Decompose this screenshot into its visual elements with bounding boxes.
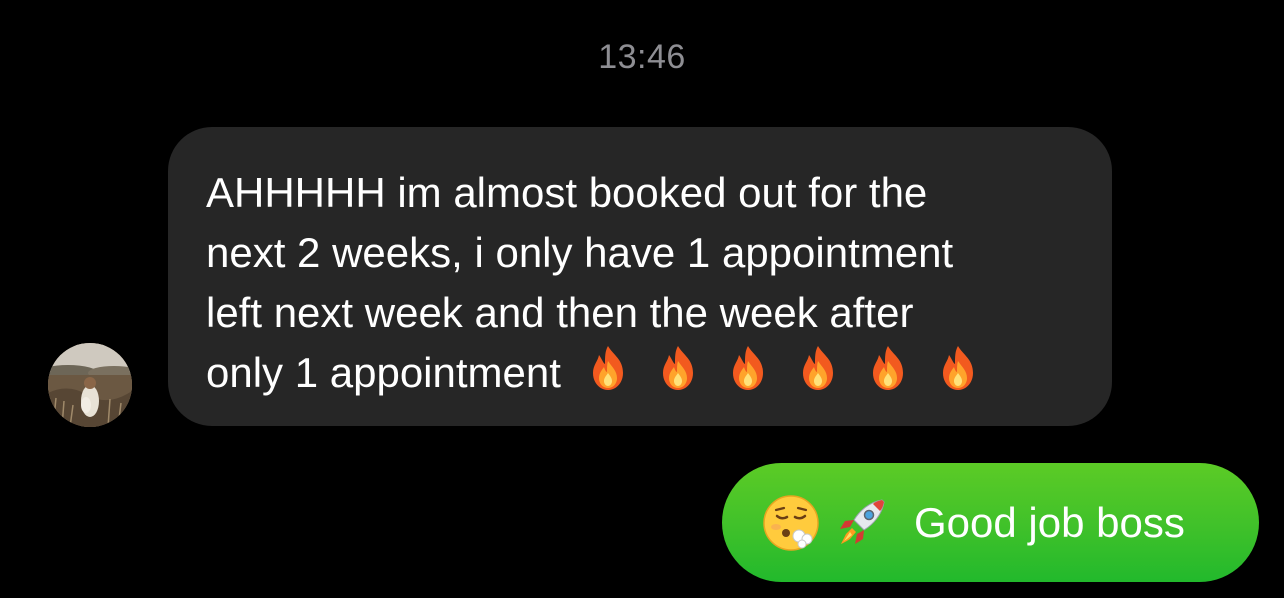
message-line-text: only 1 appointment: [206, 349, 561, 396]
incoming-message-bubble[interactable]: AHHHHH im almost booked out for the next…: [168, 127, 1112, 426]
fire-emoji-row: [583, 343, 983, 393]
message-timestamp: 13:46: [598, 38, 686, 76]
fire-icon: [872, 346, 903, 390]
avatar-photo: [48, 343, 132, 427]
outgoing-message-text: Good job boss: [914, 498, 1185, 546]
fire-icon: [592, 346, 623, 390]
message-line: left next week and then the week after: [206, 289, 914, 336]
message-line: AHHHHH im almost booked out for the: [206, 169, 928, 216]
message-line-last: only 1 appointment: [206, 343, 1072, 403]
rocket-icon: [840, 498, 885, 544]
fire-icon: [942, 346, 973, 390]
fire-icon: [662, 346, 693, 390]
exhaling-face-icon: [763, 494, 819, 551]
fire-icon: [802, 346, 833, 390]
contact-avatar[interactable]: [48, 343, 132, 427]
outgoing-message-bubble[interactable]: Good job boss: [722, 463, 1259, 582]
fire-icon: [732, 346, 763, 390]
message-line: next 2 weeks, i only have 1 appointment: [206, 229, 954, 276]
